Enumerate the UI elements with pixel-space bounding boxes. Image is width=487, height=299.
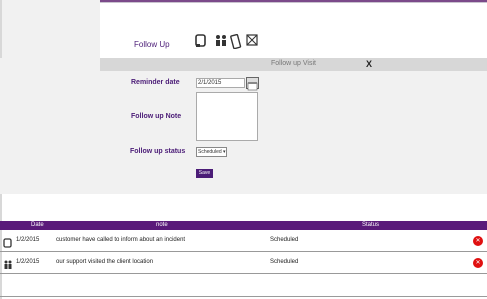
- follow-up-status-select[interactable]: Scheduled ▾: [196, 147, 227, 157]
- row-divider: [0, 251, 487, 252]
- reminder-date-input[interactable]: 2/1/2015: [196, 78, 245, 88]
- people-icon[interactable]: [214, 34, 228, 50]
- follow-up-label: Follow Up: [134, 40, 170, 49]
- mobile-icon[interactable]: [230, 34, 244, 50]
- column-status: Status: [362, 222, 380, 228]
- table-header: Date note Status: [0, 221, 487, 230]
- follow-up-status-label: Follow up status: [130, 148, 186, 155]
- row-date: 1/2/2015: [16, 259, 40, 265]
- status-select-value: Scheduled: [198, 149, 222, 155]
- visit-panel-title: Follow up Visit: [270, 60, 316, 67]
- row-divider: [0, 273, 487, 274]
- row-note: customer have called to inform about an …: [56, 237, 186, 243]
- table-row: 1/2/2015 customer have called to inform …: [0, 232, 487, 252]
- row-status: Scheduled: [270, 237, 299, 243]
- calendar-icon[interactable]: [246, 77, 259, 91]
- table-row: 1/2/2015 our support visited the client …: [0, 254, 487, 274]
- delete-icon[interactable]: ✕: [473, 236, 483, 246]
- save-button[interactable]: Save: [196, 169, 213, 178]
- visit-panel-header: Follow up Visit X: [100, 58, 487, 71]
- phone-icon[interactable]: [195, 34, 209, 50]
- close-icon[interactable]: X: [366, 59, 372, 69]
- email-icon[interactable]: [246, 34, 260, 50]
- column-note: note: [156, 222, 168, 228]
- reminder-date-label: Reminder date: [131, 79, 180, 86]
- delete-icon[interactable]: ✕: [473, 258, 483, 268]
- column-date: Date: [31, 222, 44, 228]
- top-accent-bar: [100, 0, 487, 2]
- bottom-border: [0, 296, 487, 297]
- row-note: our support visited the client location: [56, 259, 154, 265]
- logo-area: [0, 0, 100, 58]
- follow-up-note-textarea[interactable]: [196, 92, 258, 141]
- row-date: 1/2/2015: [16, 237, 40, 243]
- row-status: Scheduled: [270, 259, 299, 265]
- follow-up-note-label: Follow up Note: [131, 113, 182, 120]
